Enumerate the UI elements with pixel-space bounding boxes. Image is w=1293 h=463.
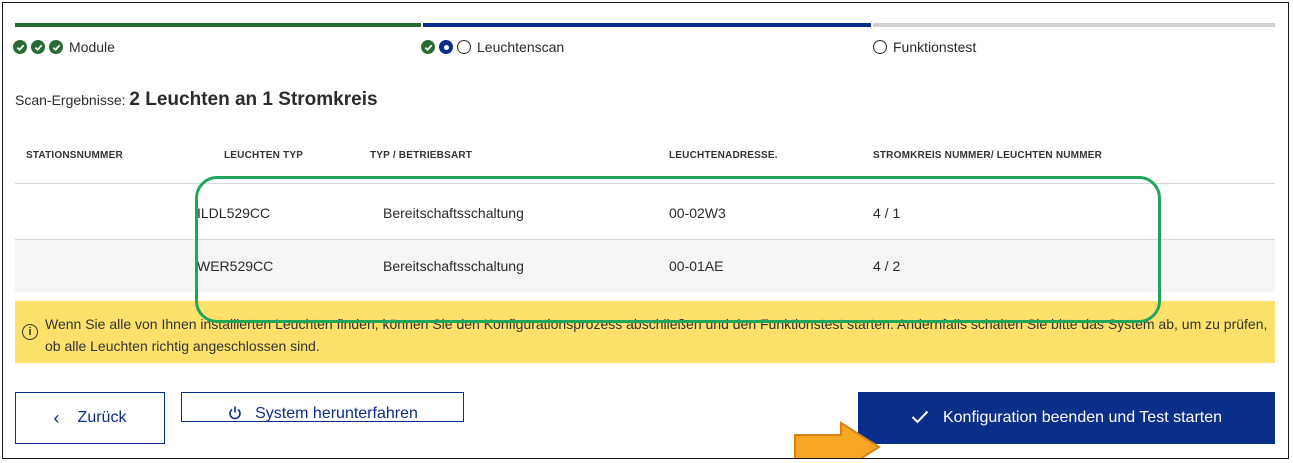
cell-mode: Bereitschaftsschaltung bbox=[383, 258, 524, 274]
step-label: Leuchtenscan bbox=[477, 39, 565, 55]
back-label: Zurück bbox=[77, 409, 127, 426]
step-progress-module bbox=[15, 23, 421, 27]
scan-prefix: Scan-Ergebnisse: bbox=[15, 92, 126, 108]
check-circle-icon bbox=[13, 40, 27, 54]
back-button[interactable]: ‹ Zurück bbox=[15, 392, 165, 444]
info-icon: i bbox=[22, 324, 38, 340]
cell-address: 00-02W3 bbox=[669, 205, 726, 221]
cell-type: ILDL529CC bbox=[197, 205, 271, 221]
table-row[interactable]: ILDL529CC Bereitschaftsschaltung 00-02W3… bbox=[15, 187, 1275, 239]
column-header: TYP / BETRIEBSART bbox=[370, 150, 473, 161]
radio-empty-icon bbox=[873, 40, 887, 54]
check-circle-icon bbox=[31, 40, 45, 54]
cell-circuit: 4 / 1 bbox=[873, 205, 901, 221]
step-progress-test bbox=[873, 23, 1275, 27]
finish-config-button[interactable]: Konfiguration beenden und Test starten bbox=[858, 392, 1275, 444]
step-label: Module bbox=[69, 39, 115, 55]
step-funktionstest[interactable]: Funktionstest bbox=[873, 39, 976, 55]
column-header: STROMKREIS NUMMER/ LEUCHTEN NUMMER bbox=[873, 150, 1103, 161]
step-label: Funktionstest bbox=[893, 39, 977, 55]
app-window: Module Leuchtenscan Funktionstest Scan-E… bbox=[2, 2, 1289, 459]
shutdown-label: System herunterfahren bbox=[255, 405, 418, 422]
check-circle-icon bbox=[49, 40, 63, 54]
info-banner: i Wenn Sie alle von Ihnen installierten … bbox=[15, 301, 1275, 363]
cell-mode: Bereitschaftsschaltung bbox=[383, 205, 524, 221]
power-icon bbox=[227, 405, 243, 421]
scan-summary: 2 Leuchten an 1 Stromkreis bbox=[129, 89, 378, 110]
finish-label: Konfiguration beenden und Test starten bbox=[942, 409, 1223, 426]
cell-type: WER529CC bbox=[197, 258, 274, 274]
shutdown-button[interactable]: System herunterfahren bbox=[181, 392, 464, 422]
chevron-left-icon: ‹ bbox=[53, 407, 60, 428]
column-header: STATIONSNUMMER bbox=[26, 150, 123, 161]
radio-empty-icon bbox=[457, 40, 471, 54]
column-header: LEUCHTEN TYP bbox=[224, 150, 304, 161]
scan-results-heading: Scan-Ergebnisse: 2 Leuchten an 1 Stromkr… bbox=[15, 89, 378, 111]
info-text: Wenn Sie alle von Ihnen installierten Le… bbox=[45, 316, 1268, 354]
arrow-right-icon bbox=[794, 421, 881, 458]
radio-active-icon bbox=[439, 40, 453, 54]
cell-address: 00-01AE bbox=[669, 258, 724, 274]
check-circle-icon bbox=[421, 40, 435, 54]
step-leuchtenscan[interactable]: Leuchtenscan bbox=[421, 39, 564, 55]
cell-circuit: 4 / 2 bbox=[873, 258, 901, 274]
step-progress-scan bbox=[423, 23, 871, 27]
step-module[interactable]: Module bbox=[13, 39, 115, 55]
column-header: LEUCHTENADRESSE. bbox=[669, 150, 778, 161]
header-divider bbox=[15, 183, 1275, 184]
checkmark-icon bbox=[911, 408, 929, 429]
table-row[interactable]: WER529CC Bereitschaftsschaltung 00-01AE … bbox=[15, 240, 1275, 292]
